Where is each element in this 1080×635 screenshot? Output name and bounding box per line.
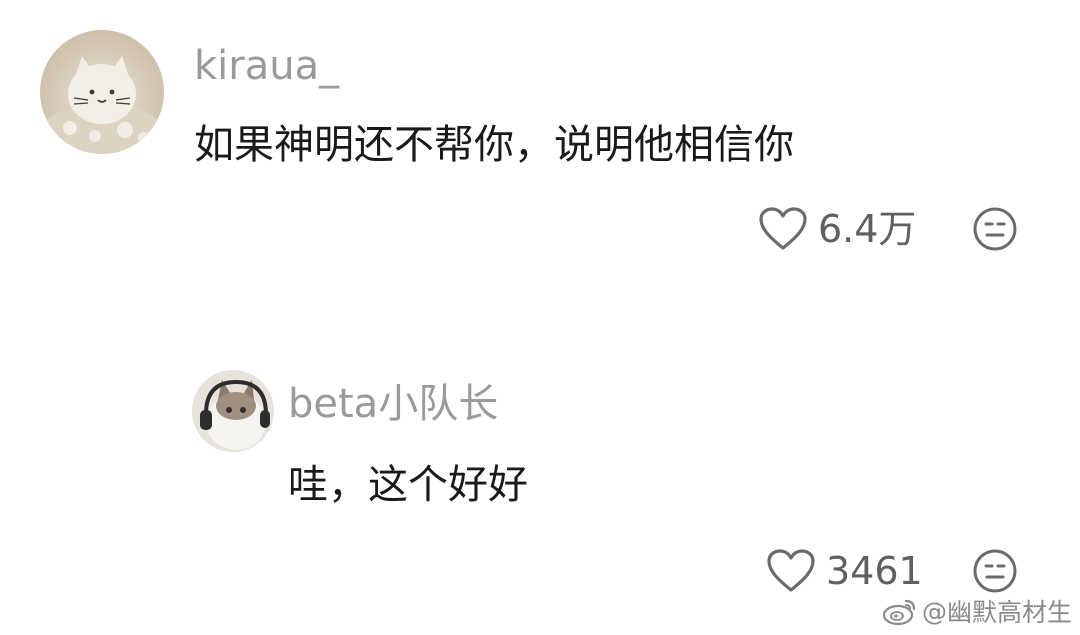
comment-text: 哇，这个好好 xyxy=(288,462,528,508)
like-count: 3461 xyxy=(826,549,923,593)
username[interactable]: kiraua_ xyxy=(194,40,339,92)
comment-text: 如果神明还不帮你，说明他相信你 xyxy=(194,122,794,168)
avatar[interactable] xyxy=(40,30,164,154)
like-button[interactable]: 6.4万 xyxy=(758,204,916,254)
reply-comment-item: beta小队长 哇，这个好好 3461 xyxy=(0,340,1080,635)
neutral-face-icon xyxy=(973,207,1017,251)
heart-icon xyxy=(767,549,815,592)
comment-item: kiraua_ 如果神明还不帮你，说明他相信你 6.4万 xyxy=(0,0,1080,280)
watermark: @ 幽默高材生 xyxy=(882,593,1072,629)
avatar[interactable] xyxy=(192,370,274,452)
watermark-name: 幽默高材生 xyxy=(946,598,1072,627)
like-count: 6.4万 xyxy=(818,207,917,251)
weibo-logo-icon xyxy=(882,599,916,626)
watermark-at: @ xyxy=(921,596,947,626)
heart-icon xyxy=(759,207,807,250)
comment-actions: 3461 xyxy=(766,546,923,596)
dislike-button[interactable] xyxy=(972,206,1018,256)
neutral-face-icon xyxy=(973,549,1017,593)
username[interactable]: beta小队长 xyxy=(288,378,498,430)
cat-headphones-avatar-icon xyxy=(192,370,274,452)
like-button[interactable]: 3461 xyxy=(766,546,923,596)
dislike-button[interactable] xyxy=(972,548,1018,598)
cat-figurine-avatar-icon xyxy=(40,30,164,154)
comment-actions: 6.4万 xyxy=(758,204,916,254)
